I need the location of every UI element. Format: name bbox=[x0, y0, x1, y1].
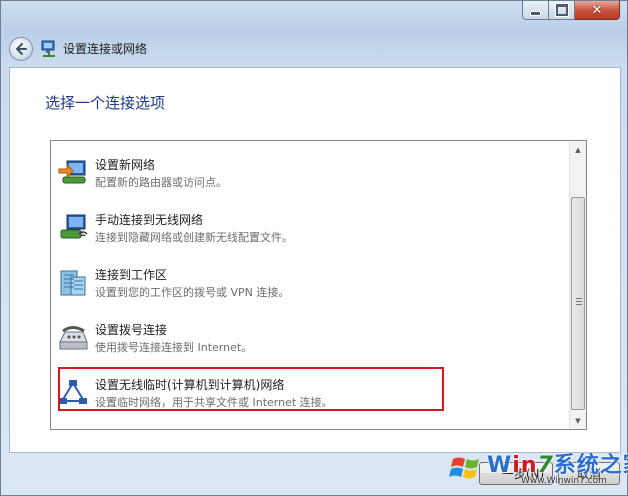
back-button[interactable] bbox=[9, 37, 33, 61]
next-button-label: 一步(N) bbox=[501, 467, 545, 481]
option-adhoc-network[interactable]: 设置无线临时(计算机到计算机)网络 设置临时网络，用于共享文件或 Interne… bbox=[51, 367, 569, 421]
maximize-icon bbox=[555, 4, 568, 16]
dialog-footer: 一步(N) 取消 bbox=[9, 453, 621, 493]
wireless-manual-icon bbox=[60, 214, 88, 239]
close-button[interactable]: ✕ bbox=[575, 1, 620, 20]
scrollbar-thumb[interactable] bbox=[571, 197, 585, 410]
option-title: 连接到工作区 bbox=[95, 268, 168, 282]
page-heading: 选择一个连接选项 bbox=[45, 94, 166, 112]
next-button[interactable]: 一步(N) bbox=[479, 462, 553, 485]
vertical-scrollbar[interactable]: ▲ ▼ bbox=[569, 141, 586, 429]
option-title: 手动连接到无线网络 bbox=[95, 213, 204, 227]
network-setup-icon bbox=[41, 40, 55, 57]
option-description: 使用拨号连接连接到 Internet。 bbox=[95, 341, 253, 354]
option-description: 设置临时网络，用于共享文件或 Internet 连接。 bbox=[95, 396, 333, 409]
option-workplace[interactable]: 连接到工作区 设置到您的工作区的拨号或 VPN 连接。 bbox=[51, 257, 569, 311]
dialup-phone-icon bbox=[59, 326, 88, 350]
maximize-button[interactable] bbox=[549, 1, 575, 20]
cancel-button[interactable]: 取消 bbox=[558, 462, 620, 485]
back-arrow-icon bbox=[16, 43, 27, 55]
workplace-building-icon bbox=[60, 270, 86, 296]
option-manual-wireless[interactable]: 手动连接到无线网络 连接到隐藏网络或创建新无线配置文件。 bbox=[51, 202, 569, 256]
content-panel: 选择一个连接选项 设置新网络 配置新的路由器或访问点。 手动连接到无线网络 连接… bbox=[9, 67, 621, 453]
dialog-window: ✕ 设置连接或网络 选择一个连接选项 设置新网络 配置新的路由器或访问点。 手动… bbox=[0, 0, 628, 496]
scroll-up-icon[interactable]: ▲ bbox=[570, 141, 586, 158]
scroll-down-icon[interactable]: ▼ bbox=[570, 412, 586, 429]
adhoc-network-icon bbox=[59, 380, 87, 404]
option-title: 设置新网络 bbox=[95, 158, 156, 172]
window-title: 设置连接或网络 bbox=[63, 42, 148, 56]
option-dialup[interactable]: 设置拨号连接 使用拨号连接连接到 Internet。 bbox=[51, 312, 569, 366]
option-title: 设置无线临时(计算机到计算机)网络 bbox=[95, 378, 285, 392]
option-new-network[interactable]: 设置新网络 配置新的路由器或访问点。 bbox=[51, 147, 569, 201]
option-description: 配置新的路由器或访问点。 bbox=[95, 176, 227, 189]
router-setup-icon bbox=[58, 160, 86, 184]
minimize-icon bbox=[530, 10, 541, 16]
cancel-button-label: 取消 bbox=[576, 467, 601, 481]
connection-options-list[interactable]: 设置新网络 配置新的路由器或访问点。 手动连接到无线网络 连接到隐藏网络或创建新… bbox=[50, 140, 587, 430]
thumb-grip-icon bbox=[576, 298, 582, 305]
caption-buttons: ✕ bbox=[522, 1, 620, 20]
option-description: 设置到您的工作区的拨号或 VPN 连接。 bbox=[95, 286, 290, 299]
close-icon: ✕ bbox=[591, 2, 603, 18]
option-title: 设置拨号连接 bbox=[95, 323, 168, 337]
minimize-button[interactable] bbox=[522, 1, 549, 20]
option-description: 连接到隐藏网络或创建新无线配置文件。 bbox=[95, 231, 293, 244]
